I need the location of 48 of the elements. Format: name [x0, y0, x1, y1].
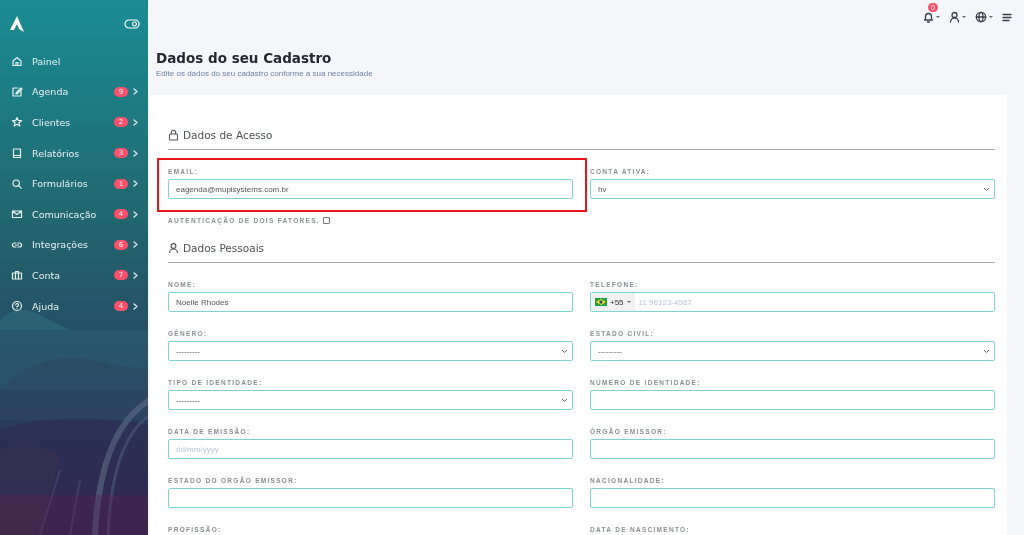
input-field[interactable]	[590, 439, 995, 459]
menu-icon	[1002, 12, 1012, 22]
select-field[interactable]: ---------	[168, 341, 573, 361]
checkbox[interactable]	[322, 217, 330, 224]
select-field[interactable]: ---------	[168, 390, 573, 410]
input-field[interactable]	[590, 390, 995, 410]
search-icon	[11, 177, 23, 190]
toggle-icon[interactable]	[124, 19, 140, 29]
select-field[interactable]: ---------	[590, 341, 995, 361]
input-field[interactable]: dd/mm/yyyy	[168, 439, 573, 459]
input-field[interactable]	[168, 488, 573, 508]
bell-icon	[923, 11, 934, 23]
page-subtitle: Edite os dados do seu cadastro conforme a sua necessidade	[156, 69, 374, 78]
edit-icon	[11, 85, 23, 98]
nav-item[interactable]: Painel	[0, 46, 148, 77]
chevron-icon	[983, 348, 990, 354]
phone-field[interactable]: +55 11 96123-4567	[590, 292, 995, 312]
mail-icon	[11, 208, 23, 221]
country-code: +55	[610, 297, 624, 307]
page-title: Dados do seu Cadastro	[156, 50, 333, 66]
language-button[interactable]	[975, 11, 993, 23]
chevron-icon	[561, 348, 568, 354]
caret-icon	[936, 16, 940, 18]
section-title: Dados Pessoais	[183, 242, 265, 254]
input-field[interactable]: eagenda@mupisystems.com.br	[168, 179, 573, 199]
globe-icon	[975, 11, 987, 23]
notification-button[interactable]	[923, 11, 940, 23]
help-icon	[11, 300, 23, 313]
briefcase-icon	[11, 269, 23, 282]
user-icon	[949, 11, 960, 23]
user-button[interactable]	[949, 11, 966, 23]
caret-icon	[989, 16, 993, 18]
flag-icon	[595, 298, 607, 306]
chevron-icon	[561, 397, 568, 403]
book-icon	[11, 147, 23, 160]
chevron-icon	[983, 186, 990, 192]
lock-icon	[168, 129, 179, 141]
menu-button[interactable]	[1002, 12, 1012, 22]
home-icon	[11, 55, 23, 68]
input-field[interactable]	[590, 488, 995, 508]
star-icon	[11, 116, 23, 129]
caret-icon	[626, 301, 631, 303]
section-title: Dados de Acesso	[183, 129, 273, 141]
caret-icon	[962, 16, 966, 18]
user-icon	[168, 242, 179, 254]
logo-icon	[9, 15, 25, 33]
input-field[interactable]: Noelle Rhodes	[168, 292, 573, 312]
select-field[interactable]: hv	[590, 179, 995, 199]
